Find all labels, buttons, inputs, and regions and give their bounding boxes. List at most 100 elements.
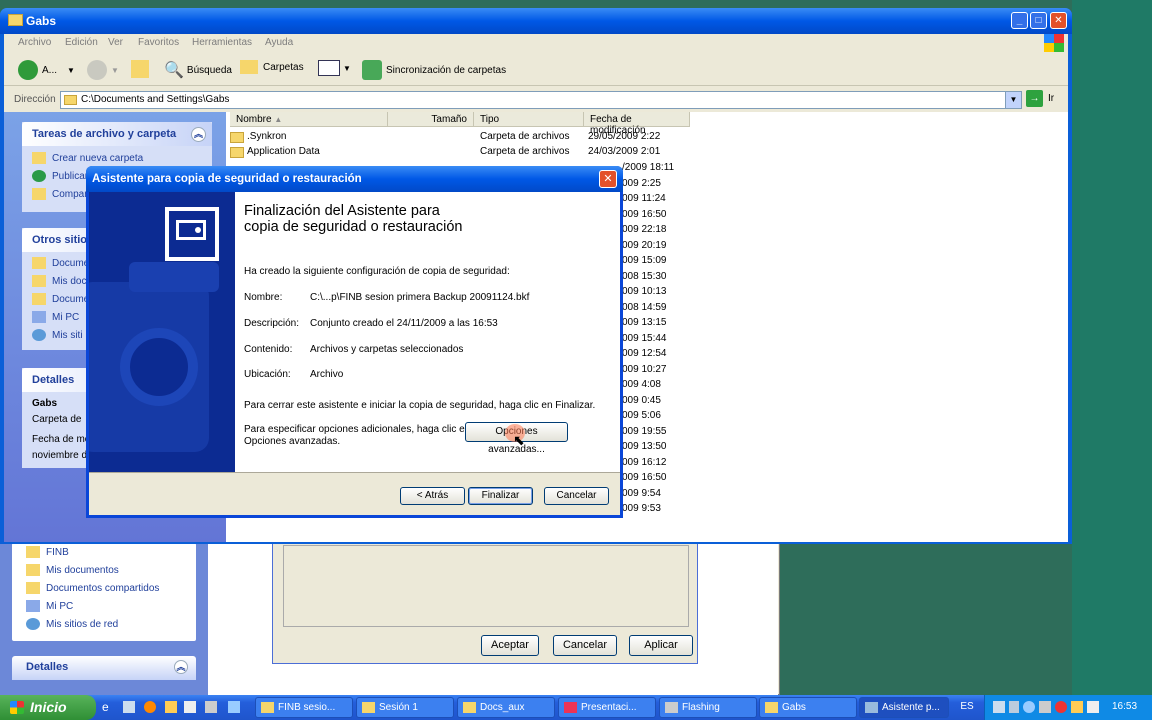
folder-up-icon <box>131 60 149 78</box>
wizard-titlebar[interactable]: Asistente para copia de seguridad o rest… <box>86 166 623 192</box>
col-name[interactable]: Nombre ▲ <box>230 112 388 127</box>
location-label: Ubicación: <box>244 369 291 380</box>
go-button[interactable]: → Ir <box>1026 90 1054 107</box>
folder-icon <box>26 564 40 576</box>
accept-button[interactable]: Aceptar <box>481 635 539 656</box>
share-icon <box>32 188 46 200</box>
taskbar-item-active[interactable]: Asistente p... <box>859 697 949 718</box>
start-button[interactable]: Inicio <box>0 695 96 720</box>
bg-item-network[interactable]: Mis sitios de red <box>12 615 196 633</box>
forward-arrow-icon <box>87 60 107 80</box>
bluetooth-icon[interactable] <box>1009 701 1019 713</box>
bg-cancel-button[interactable]: Cancelar <box>553 635 617 656</box>
wizard-close-button[interactable]: ✕ <box>599 170 617 188</box>
quicklaunch-icon[interactable] <box>165 701 177 713</box>
bg-item-mydocs[interactable]: Mis documentos <box>12 561 196 579</box>
minimize-button[interactable]: _ <box>1011 12 1028 29</box>
chevron-down-icon[interactable]: ▼ <box>111 66 119 75</box>
chevron-down-icon[interactable]: ▼ <box>1005 92 1021 108</box>
col-size[interactable]: Tamaño <box>388 112 474 127</box>
task-new-folder[interactable]: Crear nueva carpeta <box>22 149 212 167</box>
taskbar: Inicio e FINB sesio... Sesión 1 Docs_aux… <box>0 695 1152 720</box>
finish-button[interactable]: Finalizar <box>468 487 533 505</box>
back-button-wizard[interactable]: < Atrás <box>400 487 465 505</box>
taskbar-item[interactable]: Sesión 1 <box>356 697 454 718</box>
back-arrow-icon <box>18 60 38 80</box>
tray-icon[interactable] <box>1039 701 1051 713</box>
up-button[interactable] <box>131 60 149 78</box>
quicklaunch-icon[interactable] <box>228 701 240 713</box>
content-value: Archivos y carpetas seleccionados <box>310 344 464 355</box>
folder-icon <box>64 95 77 105</box>
apply-button[interactable]: Aplicar <box>629 635 693 656</box>
language-indicator[interactable]: ES <box>952 695 982 720</box>
taskbar-item[interactable]: Docs_aux <box>457 697 555 718</box>
toolbar: A... ▼ ▼ 🔍 Búsqueda Carpetas ▼ Sincronizac… <box>4 52 1068 86</box>
col-type[interactable]: Tipo <box>474 112 584 127</box>
folder-icon <box>463 702 476 713</box>
search-icon: 🔍 <box>164 62 184 79</box>
folder-icon <box>32 257 46 269</box>
taskbar-item[interactable]: Presentaci... <box>558 697 656 718</box>
security-icon[interactable] <box>1055 701 1067 713</box>
folder-icon <box>765 702 778 713</box>
wizard-icon <box>865 702 878 713</box>
close-button[interactable]: ✕ <box>1050 12 1067 29</box>
chevron-up-icon[interactable]: ︽ <box>174 660 188 674</box>
tray-icon[interactable] <box>1071 701 1083 713</box>
maximize-button[interactable]: □ <box>1030 12 1047 29</box>
bg-item-shared[interactable]: Documentos compartidos <box>12 579 196 597</box>
backup-wizard-dialog: Asistente para copia de seguridad o rest… <box>86 166 623 518</box>
col-modified[interactable]: Fecha de modificación <box>584 112 690 136</box>
chevron-down-icon: ▼ <box>343 63 351 73</box>
address-label: Dirección <box>14 94 56 105</box>
menu-edicion[interactable]: Edición <box>65 37 98 48</box>
bg-item-finb[interactable]: FINB <box>12 543 196 561</box>
folders-button[interactable]: Carpetas <box>240 60 304 74</box>
folder-icon <box>362 702 375 713</box>
address-input[interactable]: C:\Documents and Settings\Gabs ▼ <box>60 91 1022 109</box>
chevron-up-icon[interactable]: ︽ <box>191 127 206 142</box>
folder-icon <box>26 546 40 558</box>
firefox-icon[interactable] <box>144 701 156 713</box>
table-row[interactable]: Application Data Carpeta de archivos 24/… <box>226 144 696 159</box>
menu-ver[interactable]: Ver <box>108 37 123 48</box>
tray-icon[interactable] <box>993 701 1005 713</box>
wizard-intro: Ha creado la siguiente configuración de … <box>244 266 510 277</box>
explorer-titlebar[interactable]: Gabs <box>0 8 1072 34</box>
wizard-body: Finalización del Asistente para copia de … <box>89 192 620 515</box>
menu-archivo[interactable]: Archivo <box>18 37 51 48</box>
menu-favoritos[interactable]: Favoritos <box>138 37 179 48</box>
table-row[interactable]: .Synkron Carpeta de archivos 29/05/2009 … <box>226 129 696 144</box>
new-folder-icon <box>32 152 46 164</box>
wizard-side-banner <box>89 192 235 472</box>
ie-icon[interactable]: e <box>102 700 109 714</box>
search-button[interactable]: 🔍 Búsqueda <box>164 60 232 80</box>
forward-button[interactable]: ▼ <box>87 60 119 80</box>
sync-button[interactable]: Sincronización de carpetas <box>362 60 506 80</box>
quicklaunch-icon[interactable] <box>184 701 196 713</box>
network-tray-icon[interactable] <box>1023 701 1035 713</box>
bg-item-mypc[interactable]: Mi PC <box>12 597 196 615</box>
menu-herramientas[interactable]: Herramientas <box>192 37 252 48</box>
computer-icon <box>26 600 40 612</box>
volume-icon[interactable] <box>1087 701 1099 713</box>
bg-details-header[interactable]: Detalles ︽ <box>12 656 196 680</box>
menu-ayuda[interactable]: Ayuda <box>265 37 293 48</box>
taskbar-item[interactable]: Gabs <box>759 697 857 718</box>
bg-dialog-panel <box>283 545 689 627</box>
file-tasks-header[interactable]: Tareas de archivo y carpeta ︽ <box>22 122 212 146</box>
clock[interactable]: 16:53 <box>1112 701 1137 712</box>
taskbar-item[interactable]: Flashing <box>659 697 757 718</box>
cancel-button[interactable]: Cancelar <box>544 487 609 505</box>
windows-flag-icon <box>10 701 24 714</box>
folder-icon <box>26 582 40 594</box>
back-button[interactable]: A... ▼ <box>18 60 75 80</box>
quicklaunch-icon[interactable] <box>205 701 217 713</box>
show-desktop-icon[interactable] <box>123 701 135 713</box>
network-icon <box>32 329 46 341</box>
taskbar-item[interactable]: FINB sesio... <box>255 697 353 718</box>
views-button[interactable]: ▼ <box>318 60 351 76</box>
chevron-down-icon[interactable]: ▼ <box>67 66 75 75</box>
folders-icon <box>240 60 258 74</box>
